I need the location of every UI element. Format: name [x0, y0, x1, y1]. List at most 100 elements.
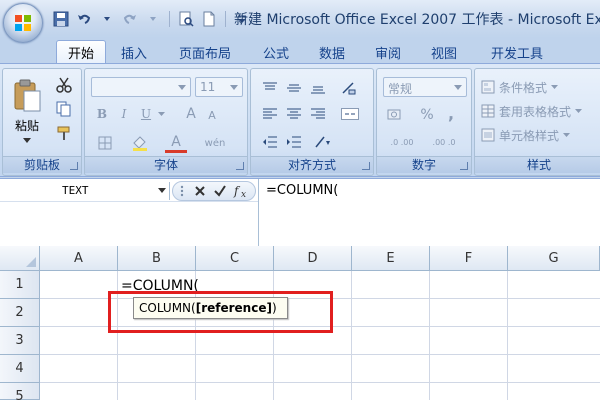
conditional-format-icon	[481, 80, 495, 94]
font-size-combo[interactable]: 11	[195, 77, 243, 97]
number-launcher-icon[interactable]	[460, 162, 468, 170]
row-header-4[interactable]: 4	[0, 355, 40, 383]
underline-button[interactable]: U	[137, 105, 155, 123]
shrink-font-button[interactable]: A	[203, 106, 221, 124]
tab-data[interactable]: 数据	[310, 40, 354, 64]
number-format-value: 常规	[388, 82, 413, 96]
print-preview-icon[interactable]	[177, 10, 195, 28]
ribbon: 粘贴 剪贴板 11 B I U A A A wén 字体 对齐方式 常规 % ,…	[0, 63, 600, 177]
column-header-d[interactable]: D	[274, 246, 352, 271]
copy-button[interactable]	[53, 99, 75, 119]
comma-button[interactable]: ,	[441, 103, 461, 123]
redo-icon[interactable]	[121, 10, 139, 28]
font-group: 11 B I U A A A wén 字体	[84, 68, 248, 176]
italic-button[interactable]: I	[115, 105, 133, 123]
column-header-c[interactable]: C	[196, 246, 274, 271]
top-align-button[interactable]	[259, 79, 281, 97]
clipboard-group: 粘贴 剪贴板	[2, 68, 82, 176]
align-right-button[interactable]	[307, 105, 329, 123]
name-box[interactable]: TEXT	[0, 182, 170, 200]
wrap-orientation-button[interactable]	[309, 133, 337, 151]
column-header-b[interactable]: B	[118, 246, 196, 271]
undo-icon[interactable]	[75, 10, 93, 28]
accounting-format-button[interactable]	[383, 105, 409, 125]
percent-button[interactable]: %	[417, 105, 437, 125]
underline-dropdown-icon[interactable]	[157, 109, 165, 119]
undo-dropdown-icon[interactable]	[98, 10, 116, 28]
column-header-f[interactable]: F	[430, 246, 508, 271]
tab-insert[interactable]: 插入	[112, 40, 156, 64]
highlight-box	[108, 291, 333, 333]
grow-font-button[interactable]: A	[181, 105, 201, 123]
new-document-icon[interactable]	[200, 10, 218, 28]
cut-button[interactable]	[53, 75, 75, 95]
format-as-table-button[interactable]: 套用表格格式	[481, 101, 600, 121]
tab-view[interactable]: 视图	[422, 40, 466, 64]
select-all-icon	[26, 257, 36, 267]
row-header-1[interactable]: 1	[0, 271, 40, 299]
row-header-5[interactable]: 5	[0, 383, 40, 400]
redo-dropdown-icon[interactable]	[144, 10, 162, 28]
row-header-3[interactable]: 3	[0, 327, 40, 355]
align-left-button[interactable]	[259, 105, 281, 123]
column-header-a[interactable]: A	[40, 246, 118, 271]
font-launcher-icon[interactable]	[236, 162, 244, 170]
align-right-icon	[311, 108, 325, 119]
office-button[interactable]	[3, 3, 43, 43]
middle-align-button[interactable]	[283, 79, 305, 97]
top-align-icon	[263, 82, 277, 90]
format-as-table-label: 套用表格格式	[499, 104, 572, 119]
paste-label: 粘贴	[14, 118, 39, 133]
decrease-decimal-button[interactable]: .00 .0	[425, 133, 463, 153]
alignment-launcher-icon[interactable]	[362, 162, 370, 170]
save-icon[interactable]	[52, 10, 70, 28]
paste-button[interactable]: 粘贴	[9, 75, 45, 147]
format-table-dropdown-icon	[575, 108, 583, 113]
tab-formulas[interactable]: 公式	[254, 40, 298, 64]
select-all-button[interactable]	[0, 246, 40, 271]
grid-line	[351, 271, 352, 400]
cell-styles-icon	[481, 128, 495, 142]
tab-page-layout[interactable]: 页面布局	[168, 40, 242, 64]
svg-text:x: x	[241, 190, 246, 199]
align-center-icon	[287, 108, 301, 119]
font-name-combo[interactable]	[91, 77, 191, 97]
formula-buttons: fx	[172, 181, 256, 201]
formula-input[interactable]: =COLUMN(	[266, 183, 338, 198]
format-table-icon	[481, 104, 495, 118]
conditional-format-button[interactable]: 条件格式	[481, 77, 600, 97]
clipboard-launcher-icon[interactable]	[70, 162, 78, 170]
merge-center-button[interactable]	[337, 105, 363, 123]
column-header-e[interactable]: E	[352, 246, 430, 271]
name-box-value: TEXT	[62, 184, 89, 197]
align-center-button[interactable]	[283, 105, 305, 123]
cancel-icon[interactable]	[193, 184, 207, 198]
number-format-combo[interactable]: 常规	[383, 77, 467, 97]
insert-function-icon[interactable]: fx	[233, 183, 251, 199]
tab-developer[interactable]: 开发工具	[478, 40, 556, 64]
font-size-value: 11	[200, 80, 216, 94]
font-group-label: 字体	[85, 156, 247, 173]
decrease-indent-button[interactable]	[259, 133, 281, 151]
bold-button[interactable]: B	[93, 105, 111, 123]
cell-styles-label: 单元格样式	[499, 128, 560, 143]
increase-indent-button[interactable]	[283, 133, 305, 151]
column-header-g[interactable]: G	[508, 246, 600, 271]
fill-color-button[interactable]	[127, 133, 153, 153]
phonetic-button[interactable]: wén	[195, 133, 235, 153]
enter-check-icon[interactable]	[213, 184, 227, 198]
borders-button[interactable]	[93, 133, 117, 153]
name-box-dropdown-icon[interactable]	[158, 188, 166, 193]
font-color-button[interactable]: A	[165, 133, 187, 153]
bottom-align-button[interactable]	[307, 79, 329, 97]
format-painter-button[interactable]	[53, 123, 75, 143]
orientation-button[interactable]	[337, 79, 361, 97]
tab-review[interactable]: 审阅	[366, 40, 410, 64]
quick-access-toolbar	[52, 8, 251, 30]
row-header-2[interactable]: 2	[0, 299, 40, 327]
scissors-icon	[56, 77, 72, 93]
grid-line	[40, 354, 600, 355]
cell-styles-button[interactable]: 单元格样式	[481, 125, 600, 145]
increase-decimal-button[interactable]: .0 .00	[383, 133, 421, 153]
tab-home[interactable]: 开始	[56, 40, 106, 64]
